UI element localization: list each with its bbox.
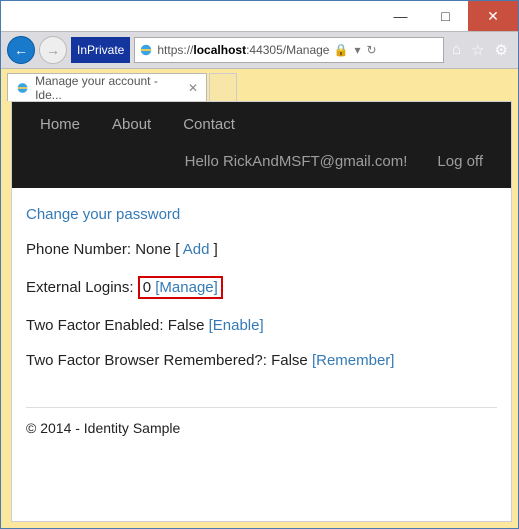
phone-close-bracket: ] bbox=[209, 241, 217, 258]
home-icon[interactable]: ⌂ bbox=[452, 41, 461, 59]
browser-window: — □ ✕ ← → InPrivate https://localhost:44… bbox=[0, 0, 519, 529]
favorites-icon[interactable]: ☆ bbox=[471, 41, 484, 59]
ie-icon bbox=[16, 81, 29, 95]
external-logins-row: External Logins: 0 [Manage] bbox=[26, 276, 497, 299]
page-body: Change your password Phone Number: None … bbox=[12, 188, 511, 456]
external-logins-highlight: 0 [Manage] bbox=[138, 276, 223, 299]
tab-close-icon[interactable]: ✕ bbox=[188, 81, 198, 95]
inprivate-badge: InPrivate bbox=[71, 37, 130, 63]
maximize-button[interactable]: □ bbox=[423, 1, 468, 31]
nav-greeting[interactable]: Hello RickAndMSFT@gmail.com! bbox=[185, 153, 408, 170]
forward-button[interactable]: → bbox=[39, 36, 67, 64]
tab-active[interactable]: Manage your account - Ide... ✕ bbox=[7, 73, 207, 101]
tab-title: Manage your account - Ide... bbox=[35, 74, 178, 102]
footer-text: © 2014 - Identity Sample bbox=[26, 420, 180, 436]
arrow-left-icon: ← bbox=[14, 42, 28, 58]
tab-strip: Manage your account - Ide... ✕ bbox=[1, 69, 518, 101]
minimize-button[interactable]: — bbox=[378, 1, 423, 31]
address-bar-icons: 🔒 ▾ ↻ bbox=[333, 43, 376, 57]
new-tab-button[interactable] bbox=[209, 73, 237, 101]
two-factor-browser-remember-link[interactable]: [Remember] bbox=[312, 352, 395, 369]
gear-icon[interactable]: ⚙ bbox=[495, 41, 508, 59]
phone-label: Phone Number: None [ bbox=[26, 241, 183, 258]
nav-contact[interactable]: Contact bbox=[183, 116, 235, 133]
refresh-icon[interactable]: ↻ bbox=[366, 43, 376, 57]
arrow-right-icon: → bbox=[46, 42, 60, 58]
nav-logoff[interactable]: Log off bbox=[437, 153, 483, 170]
external-logins-manage-link[interactable]: [Manage] bbox=[155, 279, 218, 296]
browser-tools: ⌂ ☆ ⚙ bbox=[448, 41, 512, 59]
footer-divider bbox=[26, 407, 497, 408]
navbar-user: Hello RickAndMSFT@gmail.com! Log off bbox=[40, 153, 483, 170]
lock-icon: 🔒 bbox=[333, 43, 348, 57]
two-factor-browser-label: Two Factor Browser Remembered?: False bbox=[26, 352, 312, 369]
window-titlebar: — □ ✕ bbox=[1, 1, 518, 31]
url-text: https://localhost:44305/Manage bbox=[157, 43, 329, 57]
two-factor-label: Two Factor Enabled: False bbox=[26, 317, 209, 334]
address-bar[interactable]: https://localhost:44305/Manage 🔒 ▾ ↻ bbox=[134, 37, 444, 63]
phone-row: Phone Number: None [ Add ] bbox=[26, 241, 497, 258]
phone-add-link[interactable]: Add bbox=[183, 241, 210, 258]
address-bar-row: ← → InPrivate https://localhost:44305/Ma… bbox=[1, 31, 518, 69]
close-button[interactable]: ✕ bbox=[468, 1, 518, 31]
two-factor-row: Two Factor Enabled: False [Enable] bbox=[26, 317, 497, 334]
ie-icon bbox=[139, 43, 153, 57]
site-navbar: Home About Contact Hello RickAndMSFT@gma… bbox=[12, 102, 511, 188]
back-button[interactable]: ← bbox=[7, 36, 35, 64]
dropdown-icon[interactable]: ▾ bbox=[354, 43, 360, 57]
page-viewport: Home About Contact Hello RickAndMSFT@gma… bbox=[11, 101, 512, 522]
external-logins-count: 0 bbox=[143, 279, 151, 296]
nav-about[interactable]: About bbox=[112, 116, 151, 133]
change-password-link[interactable]: Change your password bbox=[26, 206, 180, 223]
two-factor-enable-link[interactable]: [Enable] bbox=[209, 317, 264, 334]
two-factor-browser-row: Two Factor Browser Remembered?: False [R… bbox=[26, 352, 497, 369]
nav-home[interactable]: Home bbox=[40, 116, 80, 133]
navbar-main: Home About Contact bbox=[40, 116, 483, 133]
external-logins-label: External Logins: bbox=[26, 279, 134, 296]
page-footer: © 2014 - Identity Sample bbox=[26, 407, 497, 436]
